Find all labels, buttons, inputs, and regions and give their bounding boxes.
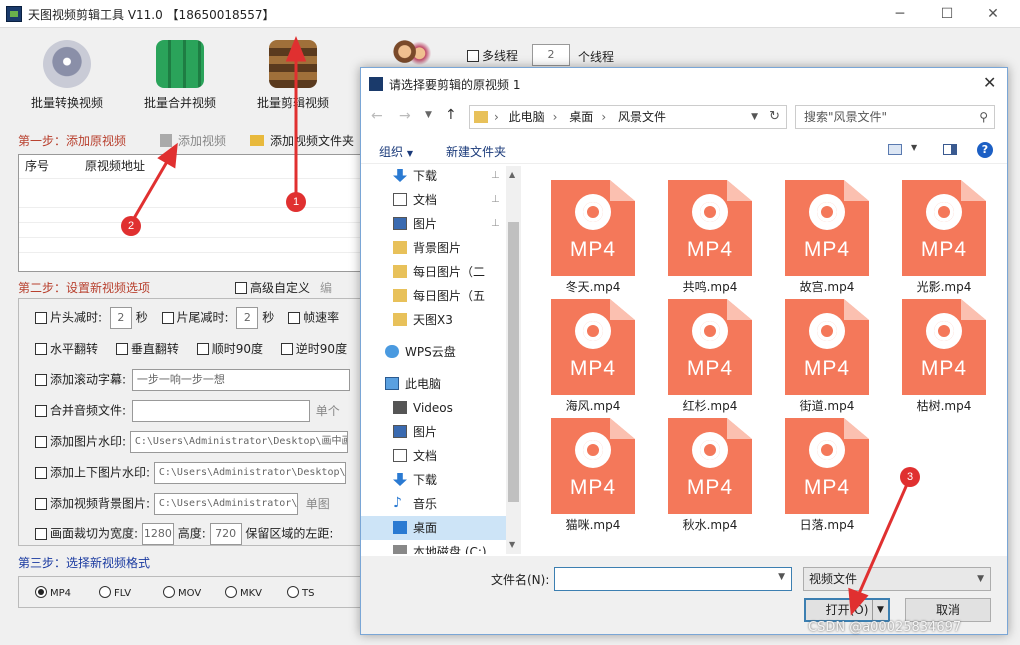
annotation-badge-2: 2 — [121, 216, 141, 236]
annotation-badge-3: 3 — [900, 467, 920, 487]
arrow-1-head — [285, 35, 307, 62]
arrow-2-line — [131, 159, 170, 221]
arrow-2-head — [157, 142, 178, 169]
watermark: CSDN @a00025834697 — [808, 620, 962, 635]
annotation-badge-1: 1 — [286, 192, 306, 212]
arrow-3-head — [848, 587, 869, 616]
annotation-arrows — [131, 35, 910, 616]
arrow-3-line — [856, 481, 910, 597]
